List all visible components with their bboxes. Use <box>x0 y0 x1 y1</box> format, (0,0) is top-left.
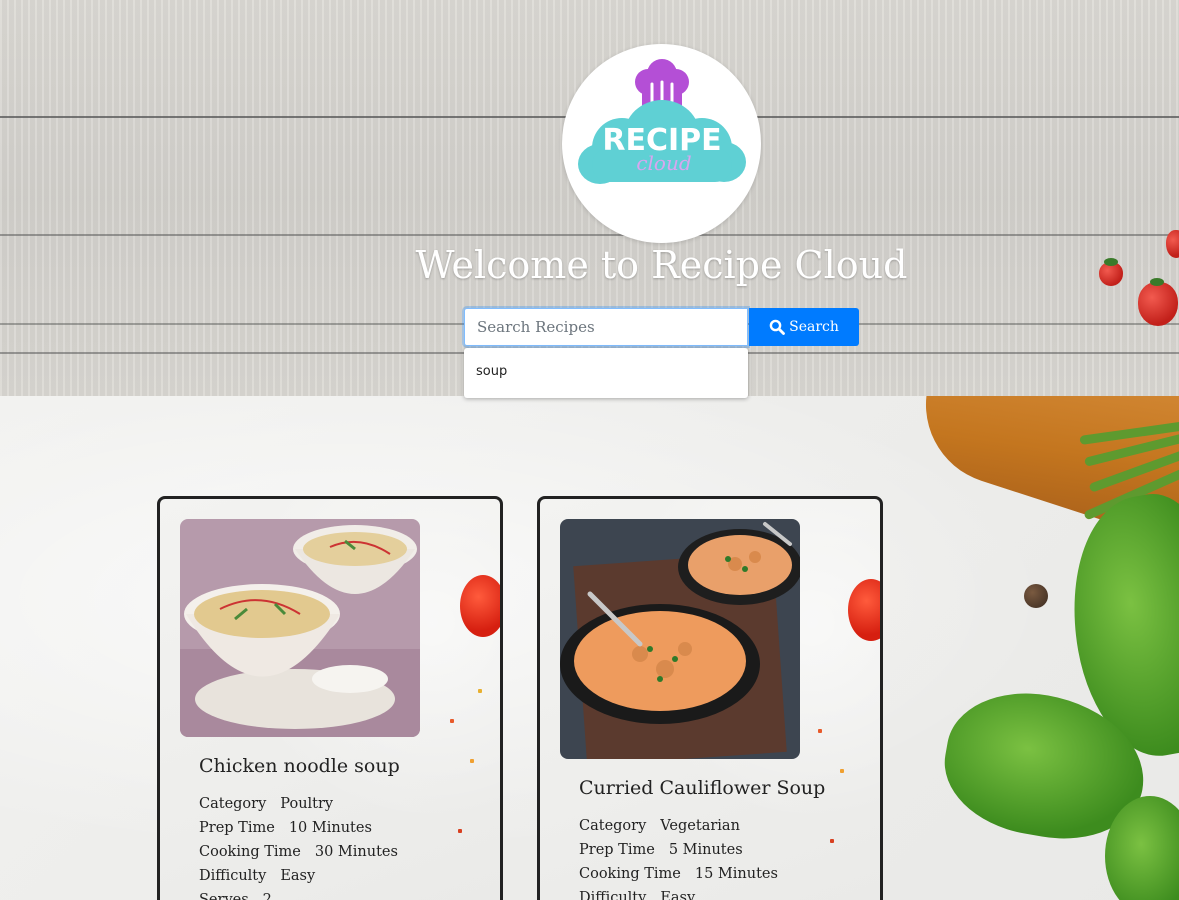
page-title: Welcome to Recipe Cloud <box>415 243 908 287</box>
strawberry-leaf <box>1104 258 1118 266</box>
field-label: Cooking Time <box>199 844 301 860</box>
strawberry-decoration <box>1166 230 1179 258</box>
suggestion-item[interactable]: soup <box>476 364 507 379</box>
field-label: Serves <box>199 892 249 900</box>
search-button[interactable]: Search <box>749 308 859 346</box>
field-value: 5 Minutes <box>668 842 743 858</box>
recipe-title[interactable]: Curried Cauliflower Soup <box>579 777 825 799</box>
tomato-decoration <box>848 579 880 641</box>
logo-graphic: RECIPE cloud <box>578 59 746 184</box>
recipe-prep-time-row: Prep Time 10 Minutes <box>199 820 372 836</box>
recipe-title[interactable]: Chicken noodle soup <box>199 755 400 777</box>
field-value: Poultry <box>280 796 334 812</box>
field-value: 30 Minutes <box>314 844 398 860</box>
recipe-cooking-time-row: Cooking Time 30 Minutes <box>199 844 398 860</box>
field-label: Category <box>579 818 647 834</box>
recipe-cooking-time-row: Cooking Time 15 Minutes <box>579 866 778 882</box>
recipe-serves-row: Serves 2 <box>199 892 272 900</box>
field-label: Cooking Time <box>579 866 681 882</box>
logo-script-text: cloud <box>636 151 691 175</box>
field-label: Category <box>199 796 267 812</box>
field-value: 2 <box>262 892 272 900</box>
field-value: 15 Minutes <box>694 866 778 882</box>
curried-cauliflower-soup-photo <box>560 519 800 759</box>
recipe-image[interactable] <box>560 519 800 759</box>
chicken-noodle-soup-photo <box>180 519 420 737</box>
field-label: Prep Time <box>199 820 275 836</box>
field-label: Difficulty <box>579 890 647 900</box>
search-suggestions-dropdown: soup <box>464 348 748 398</box>
field-label: Prep Time <box>579 842 655 858</box>
hero-header: RECIPE cloud Welcome to Recipe Cloud Sea… <box>0 0 1179 396</box>
search-input[interactable] <box>464 308 748 346</box>
field-value: Easy <box>280 868 316 884</box>
strawberry-decoration <box>1138 282 1178 326</box>
peppercorn-decoration <box>1024 584 1048 608</box>
search-icon <box>769 319 786 335</box>
site-logo[interactable]: RECIPE cloud <box>562 44 761 243</box>
field-value: Vegetarian <box>660 818 740 834</box>
recipe-difficulty-row: Difficulty Easy <box>579 890 695 900</box>
recipe-results-area: Chicken noodle soup Category Poultry Prep… <box>0 396 1179 900</box>
recipe-category-row: Category Vegetarian <box>579 818 740 834</box>
recipe-prep-time-row: Prep Time 5 Minutes <box>579 842 743 858</box>
recipe-card[interactable]: Curried Cauliflower Soup Category Vegetar… <box>537 496 883 900</box>
search-button-label: Search <box>789 319 839 335</box>
tomato-decoration <box>460 575 500 637</box>
recipe-card[interactable]: Chicken noodle soup Category Poultry Prep… <box>157 496 503 900</box>
field-label: Difficulty <box>199 868 267 884</box>
field-value: Easy <box>660 890 696 900</box>
recipe-difficulty-row: Difficulty Easy <box>199 868 315 884</box>
field-value: 10 Minutes <box>288 820 372 836</box>
recipe-image[interactable] <box>180 519 420 737</box>
strawberry-leaf <box>1150 278 1164 286</box>
recipe-category-row: Category Poultry <box>199 796 333 812</box>
